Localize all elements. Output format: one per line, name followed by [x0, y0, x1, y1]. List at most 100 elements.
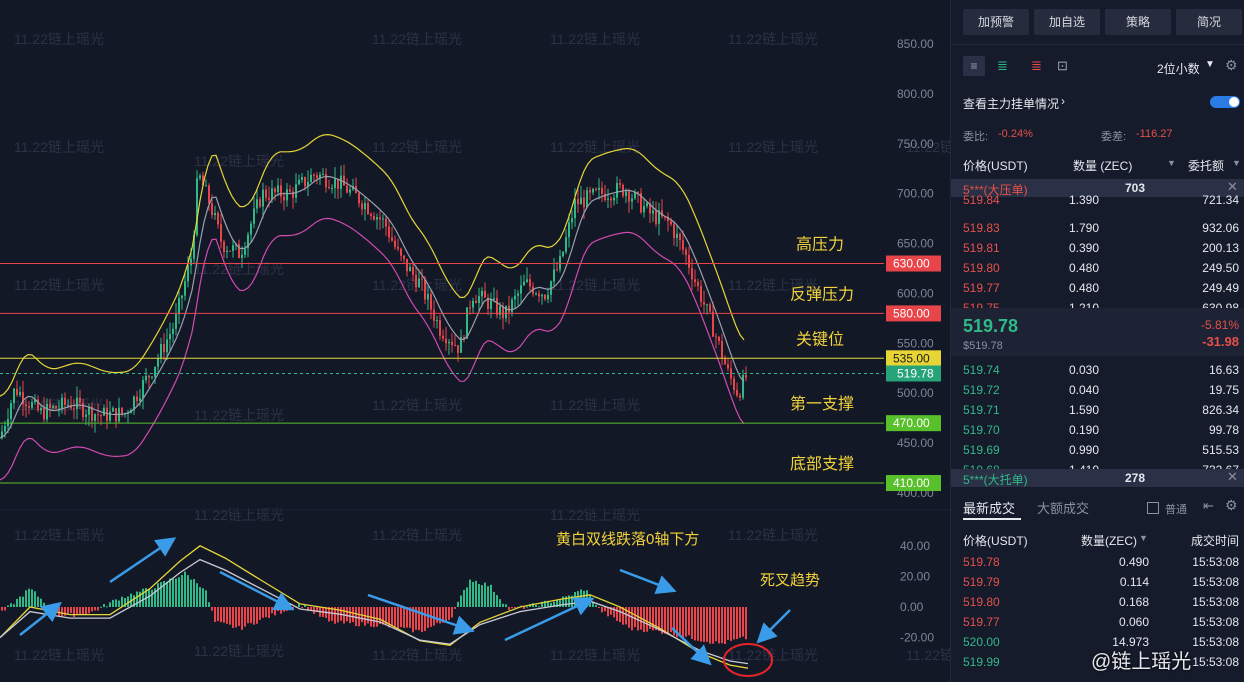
ask-row[interactable]: 519.83 1.790 932.06	[951, 218, 1244, 238]
candle-body	[727, 364, 729, 369]
trade-row: 519.77 0.060 15:53:08	[951, 613, 1244, 631]
tab-large-trades[interactable]: 大额成交	[1037, 498, 1089, 517]
layout-both-icon[interactable]: ≡	[963, 56, 985, 76]
header-qty[interactable]: 数量 (ZEC)	[1073, 157, 1132, 174]
candle-body	[325, 174, 327, 188]
macd-bar	[28, 588, 30, 607]
bid-banner-label: 5***(大托单)	[963, 473, 1028, 487]
candle-body	[331, 187, 333, 189]
main-orders-toggle[interactable]	[1210, 96, 1240, 108]
macd-bar	[349, 607, 351, 624]
close-icon[interactable]: ✕	[1227, 469, 1238, 485]
candle-body	[289, 189, 291, 192]
candle-body	[601, 187, 603, 194]
macd-bar	[172, 578, 174, 607]
candle-body	[688, 254, 690, 268]
macd-bar	[736, 607, 738, 640]
candle-body	[412, 266, 414, 275]
candle-body	[694, 279, 696, 282]
macd-bar	[94, 607, 96, 611]
decimals-select[interactable]: 2位小数	[1157, 60, 1200, 77]
bid-price: 519.72	[963, 383, 1000, 397]
candle-body	[739, 395, 741, 398]
candle-body	[595, 188, 597, 190]
header-total[interactable]: 委托额	[1188, 157, 1224, 174]
trade-time: 15:53:08	[1192, 595, 1239, 609]
candle-body	[40, 407, 42, 411]
macd-bar	[376, 607, 378, 627]
macd-bar	[634, 607, 636, 628]
main-orders-link[interactable]: 查看主力挂单情况	[963, 95, 1059, 112]
macd-bar	[616, 607, 618, 621]
macd-bar	[82, 607, 84, 615]
ask-price: 519.81	[963, 241, 1000, 255]
macd-bar	[451, 607, 453, 618]
bid-row[interactable]: 519.70 0.190 99.78	[951, 420, 1244, 440]
macd-bar	[739, 607, 741, 638]
ask-row[interactable]: 519.81 0.390 200.13	[951, 238, 1244, 258]
macd-bar	[403, 607, 405, 628]
macd-note: 黄白双线跌落0轴下方	[556, 531, 699, 548]
macd-bar	[232, 607, 234, 628]
candle-body	[682, 240, 684, 250]
bid-qty: 0.190	[1068, 423, 1099, 437]
tab-latest-trades[interactable]: 最新成交	[963, 498, 1015, 517]
candle-body	[607, 198, 609, 200]
add-alert-button[interactable]: 加预警	[963, 9, 1029, 35]
candle-body	[178, 298, 180, 315]
arrow-annotation	[756, 609, 791, 644]
candle-body	[121, 407, 123, 414]
overview-button[interactable]: 简况	[1176, 9, 1242, 35]
normal-checkbox[interactable]	[1147, 502, 1159, 514]
macd-bar	[724, 607, 726, 644]
macd-bar	[250, 607, 252, 624]
expand-icon[interactable]: ⊡	[1057, 58, 1068, 74]
candle-body	[523, 281, 525, 286]
bid-row[interactable]: 519.74 0.030 16.63	[951, 360, 1244, 380]
add-watchlist-button[interactable]: 加自选	[1034, 9, 1100, 35]
layout-asks-icon[interactable]: ≣	[1031, 58, 1042, 74]
ask-row[interactable]: 519.77 0.480 249.49	[951, 278, 1244, 298]
macd-bar	[460, 595, 462, 607]
bid-row[interactable]: 519.69 0.990 515.53	[951, 440, 1244, 460]
ask-row[interactable]: 519.80 0.480 249.50	[951, 258, 1244, 278]
trades-header-qty[interactable]: 数量(ZEC)	[1081, 532, 1137, 549]
candle-body	[136, 396, 138, 402]
bid-row[interactable]: 519.72 0.040 19.75	[951, 380, 1244, 400]
macd-bar	[559, 600, 561, 607]
kline-chart[interactable]: 11.22链上瑶光 11.22链上瑶光 11.22链上瑶光 11.22链上瑶光 11.2…	[0, 0, 950, 682]
candle-body	[556, 269, 558, 271]
candle-body	[283, 196, 285, 201]
filter-icon[interactable]: ⇤	[1203, 498, 1214, 514]
candle-body	[76, 397, 78, 409]
bid-row[interactable]: 519.71 1.590 826.34	[951, 400, 1244, 420]
macd-bar	[697, 607, 699, 641]
trade-price: 519.99	[963, 655, 1000, 669]
ask-qty: 0.480	[1068, 281, 1099, 295]
macd-bar	[703, 607, 705, 642]
macd-bar	[478, 584, 480, 607]
chart-canvas[interactable]: 11.22链上瑶光 11.22链上瑶光 11.22链上瑶光 11.22链上瑶光 11.2…	[0, 0, 950, 682]
candle-body	[490, 299, 492, 309]
candle-body	[94, 414, 96, 421]
settings-icon[interactable]: ⚙	[1225, 497, 1238, 514]
candle-body	[163, 344, 165, 353]
macd-bar	[4, 607, 6, 611]
candle-body	[424, 279, 426, 300]
ratio-label: 委比:	[963, 131, 989, 143]
candle-body	[616, 183, 618, 198]
macd-bar	[292, 607, 294, 610]
ask-row[interactable]: 519.84 1.390 721.34	[951, 190, 1244, 210]
macd-bar	[205, 590, 207, 607]
macd-bar	[85, 607, 87, 616]
chevron-down-icon[interactable]: ▼	[1205, 59, 1215, 70]
macd-bar	[226, 607, 228, 624]
candle-body	[265, 189, 267, 198]
price-axis-tick: 550.00	[897, 336, 934, 350]
level-tag-value: 470.00	[893, 416, 930, 430]
layout-bids-icon[interactable]: ≣	[997, 58, 1008, 74]
candle-body	[580, 197, 582, 205]
watermark-text: 11.22链上瑶光	[906, 647, 950, 663]
settings-icon[interactable]: ⚙	[1225, 57, 1238, 74]
strategy-button[interactable]: 策略	[1105, 9, 1171, 35]
